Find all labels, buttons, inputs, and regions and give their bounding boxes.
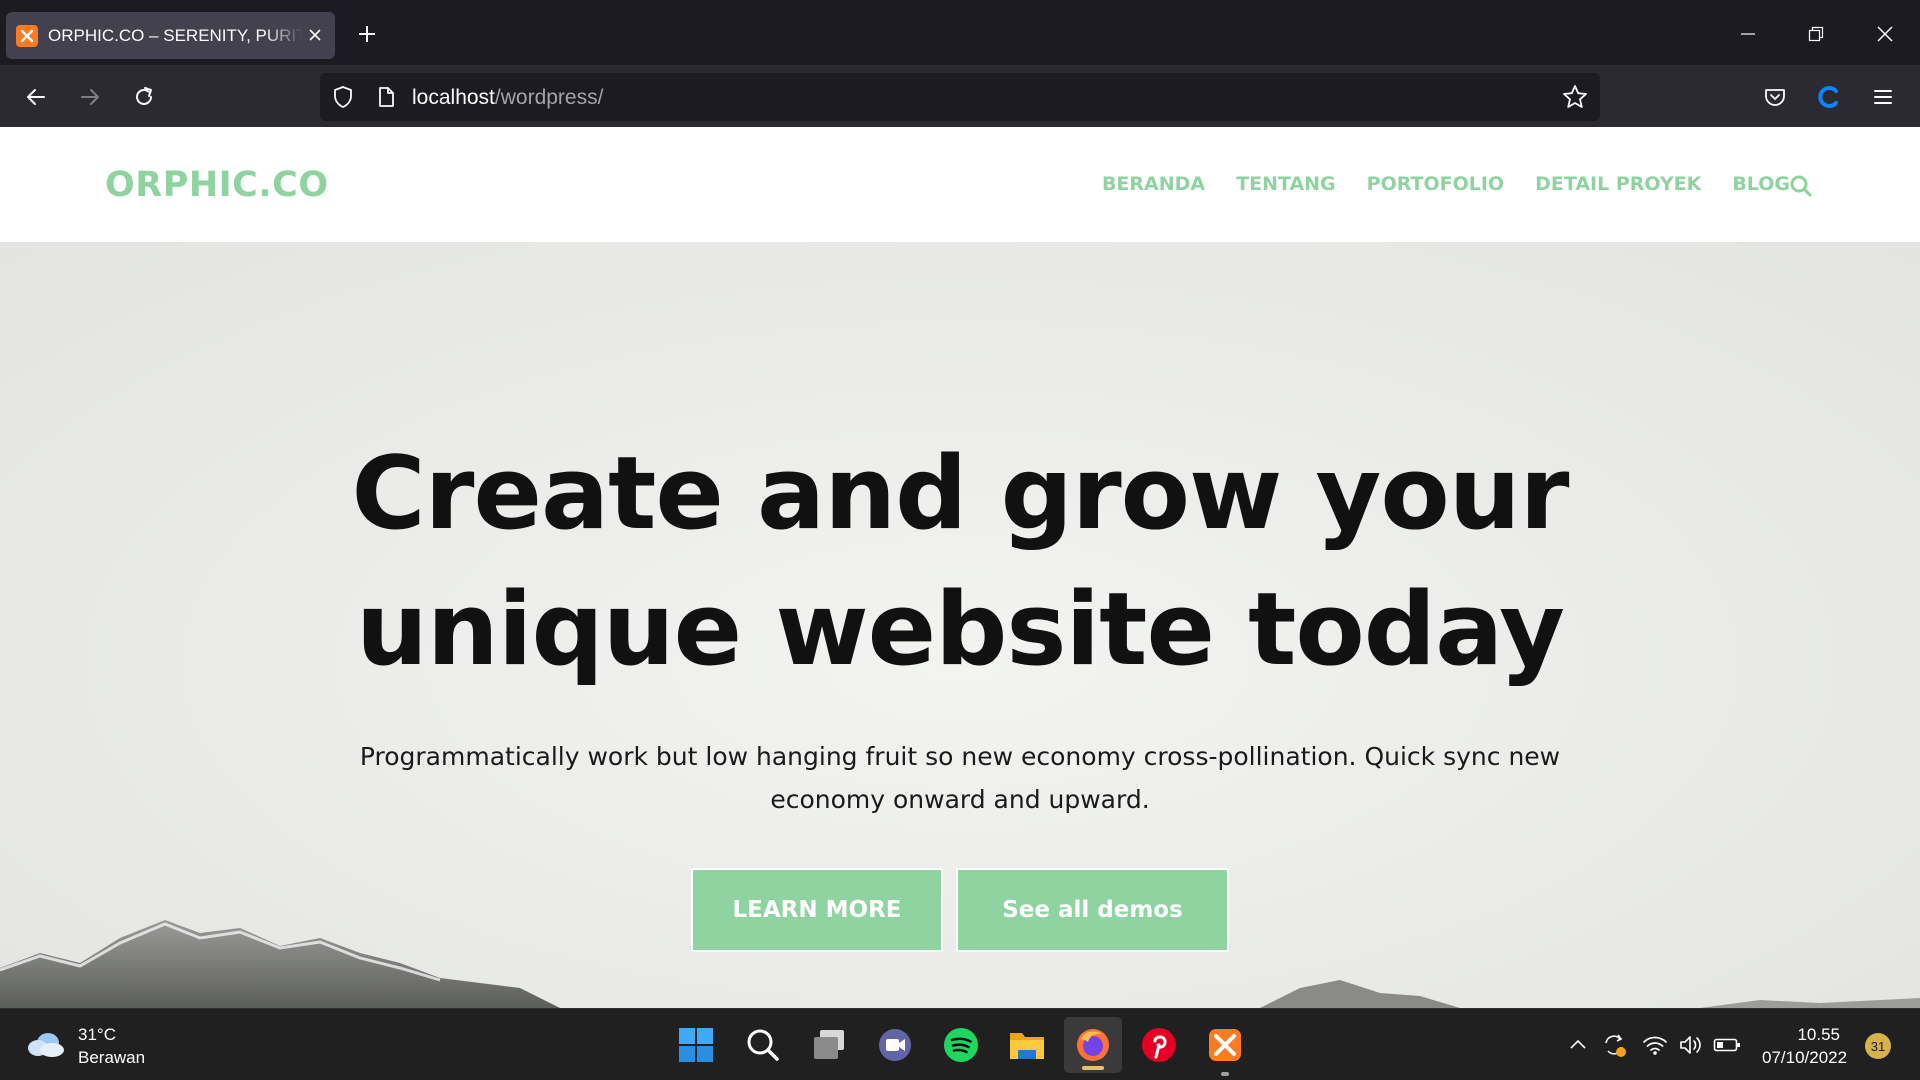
spotify-icon[interactable] [940, 1024, 982, 1066]
weather-widget[interactable]: 31°C Berawan [26, 1023, 145, 1069]
search-icon[interactable] [742, 1024, 784, 1066]
windows-taskbar: 31°C Berawan 10.55 07/10/2022 31 [0, 1008, 1920, 1080]
extension-icon[interactable] [1811, 79, 1847, 115]
browser-tab-active[interactable]: ORPHIC.CO – SERENITY, PURITY [6, 12, 335, 59]
hero-title-line-2: unique website today [356, 570, 1565, 688]
hamburger-menu-icon[interactable] [1865, 79, 1901, 115]
xampp-favicon-icon [16, 24, 38, 47]
menu-item-blog[interactable]: BLOG [1732, 173, 1790, 195]
tab-title: ORPHIC.CO – SERENITY, PURITY [48, 25, 303, 45]
wifi-icon[interactable] [1641, 1031, 1669, 1059]
new-tab-plus-icon[interactable] [353, 20, 381, 48]
reload-icon[interactable] [126, 79, 162, 115]
minimize-icon[interactable] [1730, 16, 1766, 52]
url-bar[interactable]: localhost/wordpress/ [320, 73, 1600, 121]
url-path: /wordpress/ [494, 86, 604, 109]
teams-chat-icon[interactable] [874, 1024, 916, 1066]
bookmark-star-icon[interactable] [1562, 84, 1588, 110]
pinterest-icon[interactable] [1138, 1024, 1180, 1066]
firefox-icon[interactable] [1064, 1017, 1122, 1073]
menu-item-beranda[interactable]: BERANDA [1102, 173, 1205, 195]
menu-item-detail-proyek[interactable]: DETAIL PROYEK [1535, 173, 1701, 195]
firefox-active-indicator [1082, 1066, 1104, 1070]
task-view-icon[interactable] [808, 1024, 850, 1066]
browser-tab-strip: ORPHIC.CO – SERENITY, PURITY [0, 0, 1920, 65]
hero-subtitle: Programmatically work but low hanging fr… [310, 735, 1610, 821]
see-all-demos-button[interactable]: See all demos [956, 868, 1229, 952]
clock-date: 07/10/2022 [1762, 1048, 1848, 1067]
sync-icon[interactable] [1600, 1031, 1628, 1059]
weather-condition: Berawan [78, 1048, 146, 1067]
system-clock[interactable]: 10.55 07/10/2022 [1762, 1023, 1848, 1069]
windows-start-icon[interactable] [675, 1024, 717, 1066]
menu-item-tentang[interactable]: TENTANG [1236, 173, 1336, 195]
browser-navigation-bar: localhost/wordpress/ [0, 65, 1920, 127]
web-page: ORPHIC.CO BERANDA TENTANG PORTOFOLIO DET… [0, 127, 1920, 1008]
weather-text: 31°C Berawan [78, 1023, 145, 1069]
clock-time: 10.55 [1797, 1025, 1840, 1044]
xampp-icon[interactable] [1204, 1024, 1246, 1076]
tab-close-icon[interactable] [305, 25, 325, 45]
url-host: localhost [412, 86, 495, 109]
url-text[interactable]: localhost/wordpress/ [412, 86, 603, 110]
volume-icon[interactable] [1677, 1031, 1705, 1059]
file-explorer-icon[interactable] [1006, 1024, 1048, 1066]
weather-temp: 31°C [78, 1025, 116, 1044]
main-menu: BERANDA TENTANG PORTOFOLIO DETAIL PROYEK… [1102, 173, 1790, 195]
menu-item-portofolio[interactable]: PORTOFOLIO [1367, 173, 1504, 195]
close-window-icon[interactable] [1867, 16, 1903, 52]
hero-subtitle-line-2: economy onward and upward. [770, 785, 1150, 814]
back-arrow-icon[interactable] [18, 79, 54, 115]
cloud-icon [26, 1029, 66, 1063]
restore-icon[interactable] [1798, 16, 1834, 52]
page-info-icon[interactable] [374, 85, 398, 109]
learn-more-button[interactable]: LEARN MORE [691, 868, 943, 952]
search-icon[interactable] [1789, 174, 1813, 198]
site-logo[interactable]: ORPHIC.CO [105, 165, 329, 205]
chevron-up-icon[interactable] [1564, 1031, 1592, 1059]
hero-subtitle-line-1: Programmatically work but low hanging fr… [359, 742, 1561, 771]
hero-title: Create and grow your unique website toda… [160, 425, 1760, 697]
forward-arrow-icon[interactable] [72, 79, 108, 115]
notification-badge[interactable]: 31 [1865, 1033, 1891, 1059]
battery-icon[interactable] [1713, 1031, 1741, 1059]
pocket-icon[interactable] [1757, 79, 1793, 115]
hero-title-line-1: Create and grow your [351, 434, 1570, 552]
site-header: ORPHIC.CO BERANDA TENTANG PORTOFOLIO DET… [0, 127, 1920, 242]
xampp-running-indicator [1221, 1072, 1229, 1076]
shield-icon[interactable] [331, 85, 355, 109]
